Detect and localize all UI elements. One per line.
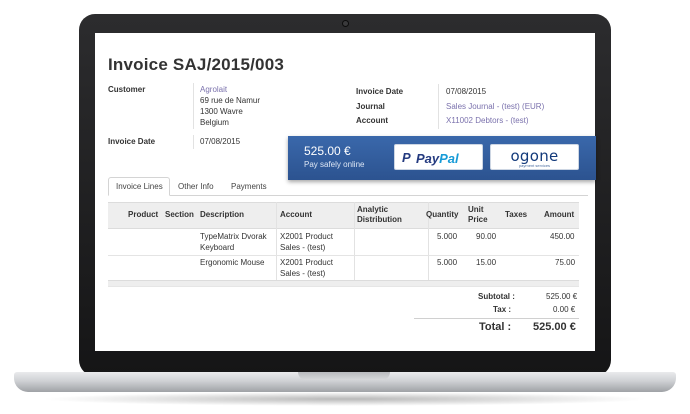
- totals-divider: [414, 318, 579, 319]
- journal-label: Journal: [356, 102, 385, 111]
- field-divider: [438, 84, 439, 129]
- row-unit-price[interactable]: 15.00: [476, 257, 496, 268]
- subtotal-value: 525.00 €: [546, 292, 578, 301]
- invoice-screen: Invoice SAJ/2015/003 Customer Agrolait 6…: [95, 33, 595, 351]
- account-label: Account: [356, 116, 388, 125]
- tab-invoice-lines-label[interactable]: Invoice Lines: [116, 182, 163, 191]
- customer-link[interactable]: Agrolait: [200, 85, 227, 94]
- tax-label: Tax :: [493, 305, 512, 314]
- tabs-divider: [108, 195, 588, 196]
- column-header-analytic[interactable]: Analytic: [357, 205, 388, 214]
- tab-other-info[interactable]: Other Info: [178, 182, 214, 191]
- laptop-shadow: [40, 392, 650, 406]
- laptop-notch: [298, 372, 390, 380]
- total-label: Total :: [479, 321, 512, 333]
- journal-link[interactable]: Sales Journal - (test) (EUR): [446, 102, 544, 111]
- tax-value: 0.00 €: [553, 305, 576, 314]
- column-divider: [354, 202, 355, 280]
- row-amount: 75.00: [555, 258, 576, 267]
- tab-payments[interactable]: Payments: [231, 182, 267, 191]
- row-quantity[interactable]: 5.000: [437, 231, 457, 242]
- row-amount: 450.00: [550, 232, 575, 241]
- row-quantity[interactable]: 5.000: [437, 257, 457, 268]
- row-description[interactable]: Keyboard: [200, 242, 234, 253]
- field-divider: [193, 83, 194, 129]
- table-footer: [108, 280, 579, 287]
- row-account[interactable]: X2001 Product: [280, 257, 333, 268]
- right-invoice-date-label: Invoice Date: [356, 87, 404, 96]
- row-account[interactable]: X2001 Product: [280, 231, 333, 242]
- paypal-icon: P: [402, 150, 411, 165]
- right-invoice-date-field[interactable]: 07/08/2015: [446, 87, 486, 96]
- customer-address-line: 1300 Wavre: [200, 107, 243, 116]
- row-unit-price[interactable]: 90.00: [476, 231, 496, 242]
- camera-icon: [343, 21, 348, 26]
- field-divider: [193, 135, 194, 149]
- row-account[interactable]: Sales - (test): [280, 242, 325, 253]
- row-account[interactable]: Sales - (test): [280, 268, 325, 279]
- column-header-unit-price[interactable]: Unit: [468, 205, 484, 214]
- account-link[interactable]: X11002 Debtors - (test): [446, 116, 529, 125]
- subtotal-label: Subtotal :: [478, 292, 515, 301]
- column-header-amount[interactable]: Amount: [544, 210, 574, 219]
- row-description[interactable]: Ergonomic Mouse: [200, 257, 264, 268]
- column-header-taxes[interactable]: Taxes: [505, 210, 527, 219]
- invoice-date-field[interactable]: 07/08/2015: [200, 137, 240, 146]
- row-divider: [108, 255, 579, 256]
- column-header-quantity[interactable]: Quantity: [426, 210, 458, 219]
- ogone-button[interactable]: ogone payment services: [490, 144, 579, 170]
- customer-address-line: 69 rue de Namur: [200, 96, 261, 105]
- customer-label: Customer: [108, 85, 146, 94]
- row-description[interactable]: TypeMatrix Dvorak: [200, 231, 267, 242]
- column-divider: [276, 202, 277, 280]
- column-header-section[interactable]: Section: [165, 210, 194, 219]
- column-header-description[interactable]: Description: [200, 210, 244, 219]
- column-header-unit-price[interactable]: Price: [468, 215, 488, 224]
- page-title: Invoice SAJ/2015/003: [108, 55, 285, 74]
- column-header-account[interactable]: Account: [280, 210, 312, 219]
- payment-bar: 525.00 € Pay safely online P PayPal ogon…: [288, 136, 596, 180]
- customer-address-line: Belgium: [200, 118, 229, 127]
- column-header-analytic[interactable]: Distribution: [357, 215, 402, 224]
- payment-amount: 525.00 €: [304, 144, 351, 158]
- ogone-tagline: payment services: [518, 163, 551, 168]
- column-header-product[interactable]: Product: [128, 210, 158, 219]
- invoice-date-label: Invoice Date: [108, 137, 156, 146]
- paypal-button[interactable]: P PayPal: [394, 144, 483, 170]
- payment-subtitle: Pay safely online: [304, 160, 365, 169]
- total-value: 525.00 €: [533, 321, 576, 333]
- paypal-logo: PayPal: [416, 151, 459, 166]
